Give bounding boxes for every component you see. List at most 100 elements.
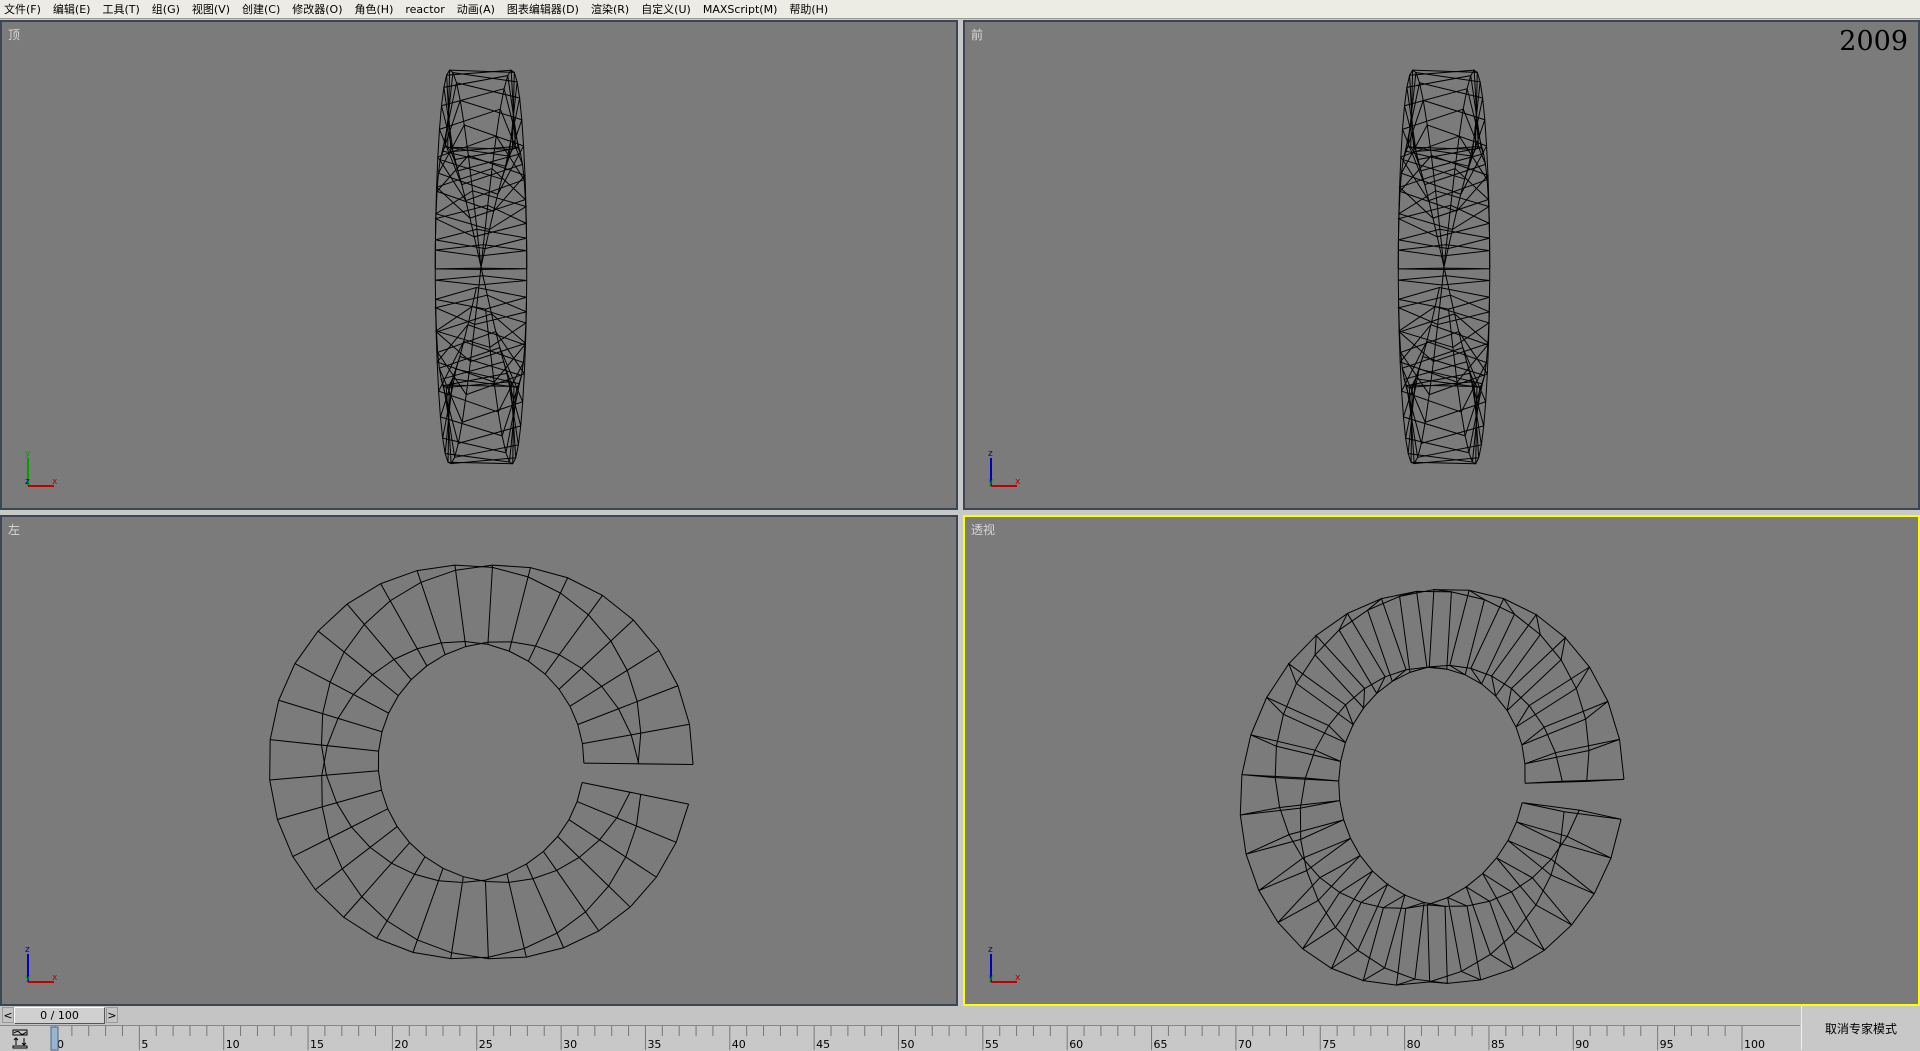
axis-label: y xyxy=(25,449,31,459)
wire xyxy=(436,324,526,383)
menu-item[interactable]: reactor xyxy=(405,3,444,16)
wire xyxy=(1398,228,1490,250)
axis-label: y xyxy=(988,477,994,487)
wire xyxy=(1241,774,1339,782)
wire xyxy=(1330,883,1389,970)
wire xyxy=(1447,896,1482,981)
menu-item[interactable]: 帮助(H) xyxy=(789,1,828,17)
wire xyxy=(269,564,642,960)
next-frame-button[interactable]: > xyxy=(106,1007,118,1023)
wire xyxy=(1465,885,1515,970)
tick-label: 75 xyxy=(1322,1038,1336,1051)
wire xyxy=(1338,664,1580,907)
wire xyxy=(557,836,631,908)
tick-label: 25 xyxy=(479,1038,493,1051)
menu-item[interactable]: 工具(T) xyxy=(102,1,139,17)
viewport-left[interactable]: 左 zyx xyxy=(0,515,958,1006)
wire xyxy=(582,782,689,805)
wire xyxy=(1299,666,1622,984)
menu-item[interactable]: MAXScript(M) xyxy=(703,3,778,16)
wire xyxy=(1399,324,1489,383)
wire xyxy=(508,567,531,652)
tick-label: 20 xyxy=(394,1038,408,1051)
wire xyxy=(440,361,522,445)
tick-label: 15 xyxy=(310,1038,324,1051)
wire xyxy=(1524,738,1620,765)
prev-frame-button[interactable]: < xyxy=(2,1007,14,1023)
wire xyxy=(278,699,383,733)
menu-item[interactable]: 自定义(U) xyxy=(641,1,691,17)
wire xyxy=(1258,837,1351,891)
tick-label: 40 xyxy=(732,1038,746,1051)
wire xyxy=(1395,901,1425,986)
time-slider[interactable]: 0 / 100 xyxy=(14,1007,105,1024)
viewport-perspective[interactable]: 透视 zyx xyxy=(963,515,1920,1006)
tick-label: 90 xyxy=(1575,1038,1589,1051)
wire xyxy=(1398,275,1490,286)
wire xyxy=(435,244,527,257)
menu-item[interactable]: 文件(F) xyxy=(4,1,41,17)
wire xyxy=(1397,204,1490,238)
menu-bar: 文件(F) 编辑(E) 工具(T) 组(G) 视图(V) 创建(C) 修改器(O) 角色(H)… xyxy=(0,0,1920,19)
wireframe-front: z y x xyxy=(988,69,1491,487)
menu-item[interactable]: 图表编辑器(D) xyxy=(507,1,579,17)
wire xyxy=(1398,244,1490,257)
wire xyxy=(434,306,528,348)
menu-item[interactable]: 组(G) xyxy=(152,1,180,17)
axis-label: z xyxy=(25,477,30,487)
wire xyxy=(1239,590,1590,986)
viewport-front[interactable]: 前 2009 zyx xyxy=(963,20,1920,510)
wire xyxy=(525,863,565,948)
wire xyxy=(435,228,527,250)
wire xyxy=(1287,662,1355,726)
wire xyxy=(1277,855,1361,923)
track-bar[interactable]: 0 5 10 15 20 25 30 35 40 45 50 55 60 65 70 75 80 85 90 95 10… xyxy=(0,1025,1800,1051)
menu-item[interactable]: 修改器(O) xyxy=(292,1,342,17)
wire xyxy=(1524,778,1624,784)
cancel-expert-mode-button[interactable]: 取消专家模式 xyxy=(1801,1006,1920,1050)
axis-label: y xyxy=(988,973,994,983)
menu-item[interactable]: 角色(H) xyxy=(355,1,394,17)
wire xyxy=(454,565,467,647)
wire xyxy=(1245,819,1344,855)
menu-item[interactable]: 编辑(E) xyxy=(53,1,91,17)
wire xyxy=(321,564,694,884)
wire xyxy=(1397,294,1490,326)
wire xyxy=(269,770,379,781)
wire xyxy=(435,275,527,286)
wire xyxy=(1428,589,1452,670)
wire xyxy=(1397,190,1491,230)
wire xyxy=(1399,154,1489,212)
wire xyxy=(1314,634,1366,710)
time-marker xyxy=(50,1026,59,1051)
tick-label: 30 xyxy=(563,1038,577,1051)
time-slider-bar: < 0 / 100 > xyxy=(0,1006,1920,1025)
wire xyxy=(506,873,527,958)
wire xyxy=(1240,800,1340,816)
axis-label: z xyxy=(25,945,30,955)
menu-item[interactable]: 渲染(R) xyxy=(591,1,629,17)
tick-label: 100 xyxy=(1744,1038,1765,1051)
wire xyxy=(1506,636,1567,711)
menu-item[interactable]: 创建(C) xyxy=(242,1,280,17)
tick-label: 70 xyxy=(1238,1038,1252,1051)
wire xyxy=(270,739,379,752)
wire xyxy=(1482,873,1545,951)
wire xyxy=(487,565,494,645)
wire xyxy=(346,603,412,680)
wire xyxy=(1397,306,1491,348)
menu-item[interactable]: 动画(A) xyxy=(457,1,495,17)
wire xyxy=(434,190,528,230)
wire xyxy=(1399,590,1428,673)
wireframe-left: z y x xyxy=(25,564,694,983)
axis-label: x xyxy=(52,973,58,983)
menu-item[interactable]: 视图(V) xyxy=(192,1,230,17)
tick-label: 5 xyxy=(141,1038,148,1051)
axis-label: x xyxy=(52,477,58,487)
viewport-top[interactable]: 顶 yzx xyxy=(0,20,958,510)
axis-label: x xyxy=(1015,973,1021,983)
wire xyxy=(416,570,446,655)
tick-label: 45 xyxy=(816,1038,830,1051)
track-ruler: 0 5 10 15 20 25 30 35 40 45 50 55 60 65 70 75 80 85 90 95 10… xyxy=(50,1026,1765,1051)
wire xyxy=(1449,589,1486,676)
